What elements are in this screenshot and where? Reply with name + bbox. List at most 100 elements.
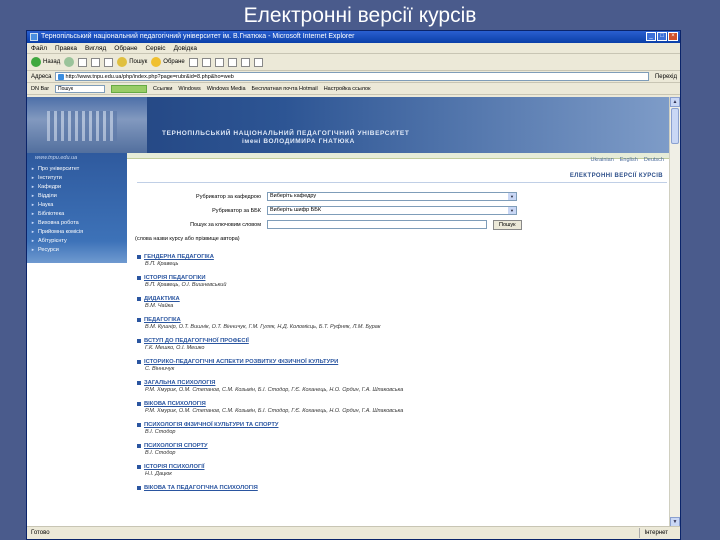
- course-authors: Н.І. Дацюк: [145, 471, 172, 477]
- dnbar-label: DN Bar: [31, 85, 50, 92]
- close-button[interactable]: ×: [668, 32, 678, 41]
- page-heading: ЕЛЕКТРОННІ ВЕРСІЇ КУРСІВ: [137, 173, 667, 183]
- search-button[interactable]: Пошук: [117, 57, 147, 67]
- course-authors: В.П. Кравець, О.І. Вишневський: [145, 282, 227, 288]
- links-green-button[interactable]: [111, 84, 148, 93]
- course-link[interactable]: ПЕДАГОГІКА: [137, 317, 667, 323]
- course-authors: В.М. Кушнір, О.Т. Вишнік, О.Т. Вінничук,…: [145, 324, 381, 330]
- course-link[interactable]: ВІКОВА ПСИХОЛОГІЯ: [137, 401, 667, 407]
- browser-window: Тернопільський національний педагогічний…: [26, 30, 681, 540]
- menu-file[interactable]: Файл: [31, 43, 47, 53]
- university-name-line2: імені ВОЛОДИМИРА ГНАТЮКА: [242, 138, 355, 145]
- refresh-icon[interactable]: [91, 57, 101, 67]
- links-search-select[interactable]: Пошук: [55, 84, 106, 93]
- edit-icon[interactable]: [227, 57, 237, 67]
- back-arrow-icon: [31, 57, 41, 67]
- menu-edit[interactable]: Правка: [55, 43, 77, 53]
- forward-arrow-icon: [64, 57, 75, 67]
- print-icon[interactable]: [214, 57, 224, 67]
- forward-button[interactable]: [64, 57, 75, 67]
- back-label: Назад: [43, 59, 61, 65]
- scroll-up-arrow-icon[interactable]: ▲: [670, 97, 680, 107]
- menu-bar: Файл Правка Вигляд Обране Сервіс Довідка: [27, 43, 680, 54]
- list-item: ВІКОВА ТА ПЕДАГОГІЧНА ПСИХОЛОГІЯ: [137, 485, 667, 491]
- nav-item-admissions[interactable]: Прийомна комісія: [27, 227, 127, 236]
- nav-item-about[interactable]: Про університет: [27, 164, 127, 173]
- course-authors: В.П. Кравець: [145, 261, 179, 267]
- nav-item-applicants[interactable]: Абітурієнту: [27, 236, 127, 245]
- course-list: ГЕНДЕРНА ПЕДАГОГІКА В.П. Кравець ІСТОРІЯ…: [137, 254, 667, 491]
- course-link[interactable]: ЗАГАЛЬНА ПСИХОЛОГІЯ: [137, 380, 667, 386]
- links-item-customize[interactable]: Настройка ссылок: [324, 86, 371, 92]
- udc-select[interactable]: Виберіть шифр ББК: [267, 206, 517, 215]
- menu-view[interactable]: Вигляд: [85, 43, 106, 53]
- mail-icon[interactable]: [201, 57, 211, 67]
- course-link[interactable]: ВСТУП ДО ПЕДАГОГІЧНОЇ ПРОФЕСІЇ: [137, 338, 667, 344]
- nav-item-library[interactable]: Бібліотека: [27, 209, 127, 218]
- ie-icon: [30, 33, 38, 41]
- university-name-line1: ТЕРНОПІЛЬСЬКИЙ НАЦІОНАЛЬНИЙ ПЕДАГОГІЧНИЙ…: [162, 130, 410, 137]
- nav-item-divisions[interactable]: Відділи: [27, 191, 127, 200]
- site-sidebar: www.tnpu.edu.ua Про університет Інститут…: [27, 153, 127, 263]
- links-item-links[interactable]: Ссылки: [153, 86, 172, 92]
- keyword-search-label: Пошук за ключовим словом: [190, 221, 261, 228]
- nav-item-institutes[interactable]: Інститути: [27, 173, 127, 182]
- links-bar: DN Bar Пошук Ссылки Windows Windows Medi…: [27, 83, 680, 95]
- department-select[interactable]: Виберіть кафедру: [267, 192, 517, 201]
- nav-item-science[interactable]: Наука: [27, 200, 127, 209]
- security-zone: Інтернет: [639, 528, 668, 538]
- nav-item-departments[interactable]: Кафедри: [27, 182, 127, 191]
- course-authors: Р.М. Хмурик, О.М. Степанов, С.М. Козьмін…: [145, 408, 404, 414]
- menu-tools[interactable]: Сервіс: [145, 43, 165, 53]
- links-item-windows-media[interactable]: Windows Media: [207, 86, 246, 92]
- nav-item-education[interactable]: Виховна робота: [27, 218, 127, 227]
- course-authors: Г.К. Мешко, О.І. Мешко: [145, 345, 205, 351]
- favorites-label: Обране: [163, 59, 185, 65]
- list-item: ДИДАКТИКА В.М. Чайка: [137, 296, 667, 309]
- main-content: ЕЛЕКТРОННІ ВЕРСІЇ КУРСІВ Рубрикатор за к…: [135, 173, 667, 499]
- lang-english[interactable]: English: [620, 157, 638, 163]
- menu-favorites[interactable]: Обране: [114, 43, 137, 53]
- home-icon[interactable]: [104, 57, 114, 67]
- search-hint: (слова назви курсу або прізвище автора): [135, 235, 240, 242]
- go-button[interactable]: Перехід: [652, 74, 680, 80]
- address-input[interactable]: http://www.tnpu.edu.ua/php/index.php?pag…: [54, 72, 649, 81]
- lang-deutsch[interactable]: Deutsch: [644, 157, 664, 163]
- address-bar: Адреса http://www.tnpu.edu.ua/php/index.…: [27, 71, 680, 83]
- course-authors: С. Вінничук: [145, 366, 175, 372]
- course-authors: Р.М. Хмурик, О.М. Степанов, С.М. Козьмін…: [145, 387, 404, 393]
- nav-item-resources[interactable]: Ресурси: [27, 245, 127, 254]
- star-icon: [151, 57, 162, 67]
- favorites-button[interactable]: Обране: [151, 57, 185, 67]
- scroll-thumb[interactable]: [671, 108, 679, 144]
- messenger-icon[interactable]: [253, 57, 263, 67]
- course-link[interactable]: ІСТОРІЯ ПЕДАГОГІКИ: [137, 275, 667, 281]
- course-link[interactable]: ІСТОРИКО-ПЕДАГОГІЧНІ АСПЕКТИ РОЗВИТКУ ФІ…: [137, 359, 667, 365]
- keyword-search-input[interactable]: [267, 220, 487, 229]
- maximize-button[interactable]: □: [657, 32, 667, 41]
- links-item-windows[interactable]: Windows: [178, 86, 200, 92]
- history-icon[interactable]: [188, 57, 198, 67]
- window-title: Тернопільський національний педагогічний…: [41, 33, 355, 40]
- slide-title: Електронні версії курсів: [243, 4, 477, 27]
- menu-help[interactable]: Довідка: [174, 43, 197, 53]
- stop-icon[interactable]: [78, 57, 88, 67]
- list-item: ПСИХОЛОГІЯ ФІЗИЧНОЇ КУЛЬТУРИ ТА СПОРТУ В…: [137, 422, 667, 435]
- search-submit-button[interactable]: Пошук: [493, 219, 522, 230]
- links-item-hotmail[interactable]: Бесплатная почта Hotmail: [252, 86, 318, 92]
- course-link[interactable]: ДИДАКТИКА: [137, 296, 667, 302]
- course-link[interactable]: ГЕНДЕРНА ПЕДАГОГІКА: [137, 254, 667, 260]
- status-bar: Готово Інтернет: [27, 526, 680, 539]
- course-authors: В.І. Стодор: [145, 450, 176, 456]
- vertical-scrollbar[interactable]: ▲ ▼: [669, 97, 680, 527]
- course-link[interactable]: ПСИХОЛОГІЯ СПОРТУ: [137, 443, 667, 449]
- search-label: Пошук: [129, 59, 148, 65]
- course-link[interactable]: ІСТОРІЯ ПСИХОЛОГІЇ: [137, 464, 667, 470]
- back-button[interactable]: Назад: [31, 57, 60, 67]
- lang-ukrainian[interactable]: Ukrainian: [591, 157, 614, 163]
- site-banner: ТЕРНОПІЛЬСЬКИЙ НАЦІОНАЛЬНИЙ ПЕДАГОГІЧНИЙ…: [27, 97, 670, 153]
- course-link[interactable]: ВІКОВА ТА ПЕДАГОГІЧНА ПСИХОЛОГІЯ: [137, 485, 667, 491]
- minimize-button[interactable]: _: [646, 32, 656, 41]
- discuss-icon[interactable]: [240, 57, 250, 67]
- course-link[interactable]: ПСИХОЛОГІЯ ФІЗИЧНОЇ КУЛЬТУРИ ТА СПОРТУ: [137, 422, 667, 428]
